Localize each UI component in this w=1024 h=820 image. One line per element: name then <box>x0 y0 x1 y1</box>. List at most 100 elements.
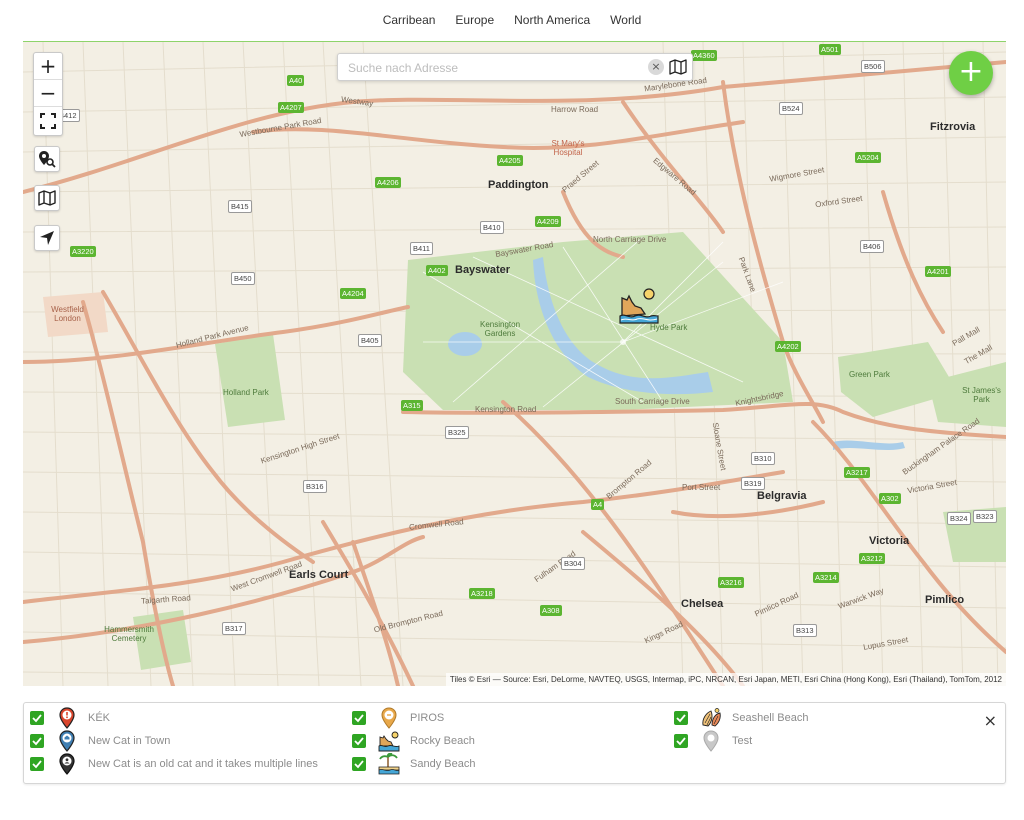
legend-label: Sandy Beach <box>410 758 476 770</box>
legend-checkbox[interactable] <box>30 734 44 748</box>
region-tabs: Carribean Europe North America World <box>0 0 1024 41</box>
address-search-input[interactable] <box>346 57 640 79</box>
locate-me-button[interactable] <box>34 225 60 251</box>
legend-item-rocky-beach[interactable]: Rocky Beach <box>352 730 475 752</box>
road-shield: A3216 <box>718 577 744 588</box>
pin-orange-icon <box>378 707 400 729</box>
seashell-beach-icon <box>700 707 722 729</box>
road-shield: A4201 <box>925 266 951 277</box>
map-label-belgravia: Belgravia <box>757 490 807 502</box>
road-shield: B325 <box>445 426 469 439</box>
tab-world[interactable]: World <box>600 0 651 41</box>
map-label-holland-park: Holland Park <box>223 388 269 397</box>
map-attribution: Tiles © Esri — Source: Esri, DeLorme, NA… <box>445 673 1006 686</box>
search-location-button[interactable] <box>34 146 60 172</box>
legend-label: New Cat is an old cat and it takes multi… <box>88 758 318 770</box>
legend-item-piros[interactable]: PIROS <box>352 707 445 729</box>
beach-marker-icon[interactable] <box>619 286 659 326</box>
fullscreen-icon <box>40 112 56 129</box>
road-shield: A40 <box>287 75 305 86</box>
map-label-pimlico: Pimlico <box>925 594 965 606</box>
rocky-beach-icon <box>378 730 400 752</box>
road-shield: A3212 <box>859 553 885 564</box>
road-shield: A4206 <box>375 177 401 188</box>
road-shield: A402 <box>426 265 448 276</box>
road-shield: A3218 <box>469 588 495 599</box>
road-shield: A5204 <box>855 152 881 163</box>
map-view[interactable]: Paddington Bayswater Fitzrovia Earls Cou… <box>23 41 1006 686</box>
legend-label: KÉK <box>88 712 111 724</box>
add-marker-button[interactable]: + <box>949 51 993 95</box>
road-shield: B323 <box>973 510 997 523</box>
map-tiles <box>23 42 1006 686</box>
road-shield: B319 <box>741 477 765 490</box>
road-shield: A4202 <box>775 341 801 352</box>
road-shield: A4205 <box>497 155 523 166</box>
address-search-bar: × <box>337 53 693 81</box>
road-label: North Carriage Drive <box>593 235 667 244</box>
map-label-victoria: Victoria <box>869 535 910 547</box>
road-shield: A3220 <box>70 246 96 257</box>
legend-item-seashell-beach[interactable]: Seashell Beach <box>674 708 808 728</box>
road-shield: B524 <box>779 102 803 115</box>
legend-item-new-cat-in-town[interactable]: New Cat in Town <box>30 730 171 752</box>
tab-north-america[interactable]: North America <box>504 0 600 41</box>
map-icon <box>38 190 56 206</box>
legend-label: Test <box>732 735 753 747</box>
map-label-paddington: Paddington <box>488 179 549 191</box>
fullscreen-button[interactable] <box>34 107 62 134</box>
road-shield: B406 <box>860 240 884 253</box>
map-label-st-james-park: St James's Park <box>962 386 1001 404</box>
road-shield: A4209 <box>535 216 561 227</box>
zoom-in-button[interactable]: + <box>34 53 62 80</box>
road-shield: A4207 <box>278 102 304 113</box>
legend-label: Rocky Beach <box>410 735 475 747</box>
road-shield: A308 <box>540 605 562 616</box>
pin-blue-home-icon <box>56 730 78 752</box>
legend-checkbox[interactable] <box>352 757 366 771</box>
map-label-fitzrovia: Fitzrovia <box>930 121 976 133</box>
pin-dark-person-icon <box>56 753 78 775</box>
legend-item-sandy-beach[interactable]: Sandy Beach <box>352 753 476 775</box>
legend-label: Seashell Beach <box>732 712 809 724</box>
road-shield: A501 <box>819 44 841 55</box>
legend-checkbox[interactable] <box>30 757 44 771</box>
legend-item-new-cat-old-cat[interactable]: New Cat is an old cat and it takes multi… <box>30 753 318 775</box>
legend-checkbox[interactable] <box>674 711 688 725</box>
tab-europe[interactable]: Europe <box>445 0 504 41</box>
clear-search-button[interactable]: × <box>648 59 664 75</box>
road-label: South Carriage Drive <box>615 397 690 406</box>
legend-label: PIROS <box>410 712 445 724</box>
road-shield: B324 <box>947 512 971 525</box>
tab-carribean[interactable]: Carribean <box>373 0 446 41</box>
road-shield: B316 <box>303 480 327 493</box>
legend-item-kek[interactable]: KÉK <box>30 707 111 729</box>
road-shield: A4 <box>591 499 605 510</box>
legend-item-test[interactable]: Test <box>674 730 753 752</box>
map-label-chelsea: Chelsea <box>681 598 724 610</box>
road-shield: A3217 <box>844 467 870 478</box>
map-label-bayswater: Bayswater <box>455 264 511 276</box>
road-label: Port Street <box>682 483 721 492</box>
map-layers-button[interactable] <box>34 185 60 211</box>
map-label-green-park: Green Park <box>849 370 890 379</box>
legend-checkbox[interactable] <box>30 711 44 725</box>
road-shield: A315 <box>401 400 423 411</box>
road-shield: B411 <box>410 242 433 255</box>
legend-checkbox[interactable] <box>352 734 366 748</box>
map-label-westfield-london: Westfield London <box>51 305 84 323</box>
road-shield: B410 <box>480 221 504 234</box>
road-shield: B304 <box>561 557 585 570</box>
legend-checkbox[interactable] <box>352 711 366 725</box>
road-shield: B405 <box>358 334 382 347</box>
search-map-icon[interactable] <box>669 59 687 80</box>
legend-checkbox[interactable] <box>674 734 688 748</box>
pin-red-exclamation-icon <box>56 707 78 729</box>
legend-label: New Cat in Town <box>88 735 171 747</box>
legend-panel: × KÉK New Cat in Town New Cat is an old … <box>23 702 1006 784</box>
zoom-out-button[interactable]: − <box>34 80 62 107</box>
road-label: Harrow Road <box>551 105 599 114</box>
legend-close-icon[interactable]: × <box>984 711 997 730</box>
map-label-kensington-gardens: Kensington Gardens <box>479 320 521 338</box>
road-shield: A4204 <box>340 288 366 299</box>
